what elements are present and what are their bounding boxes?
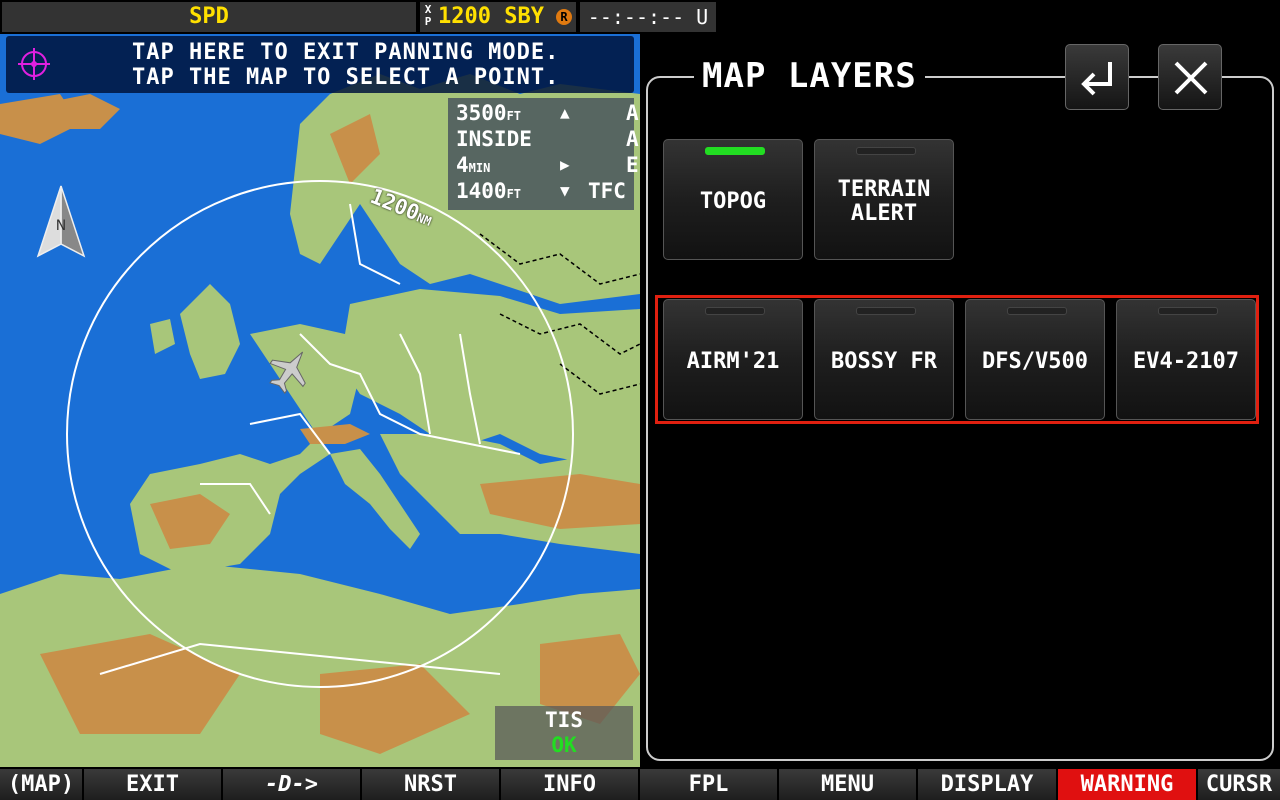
enter-button[interactable] [1065, 44, 1129, 110]
transponder-mode-glyph: XP [424, 3, 432, 28]
layer-label: DFS/V500 [982, 348, 1088, 374]
north-label: N [56, 218, 66, 234]
tis-label: TIS [545, 708, 583, 732]
map-view[interactable]: TAP HERE TO EXIT PANNING MODE. TAP THE M… [0, 34, 640, 767]
softkey-warning[interactable]: WARNING [1058, 769, 1198, 800]
tis-status: OK [551, 733, 577, 757]
softkey-nrst[interactable]: NRST [362, 769, 501, 800]
layer-label: EV4-2107 [1133, 348, 1239, 374]
layer-button-airm21[interactable]: AIRM'21 [663, 299, 803, 420]
softkey-info[interactable]: INFO [501, 769, 640, 800]
panel-title: MAP LAYERS [694, 56, 925, 96]
close-button[interactable] [1158, 44, 1222, 110]
altitude-filter-box[interactable]: 3500FT ▲ A INSIDE A 4MIN ▶ E 1400FT ▼ TFC [448, 98, 639, 210]
exit-panning-banner[interactable]: TAP HERE TO EXIT PANNING MODE. TAP THE M… [6, 36, 634, 93]
layer-label: AIRM'21 [686, 348, 780, 374]
layer-button-topog[interactable]: TOPOG [663, 139, 803, 260]
speed-field[interactable]: SPD [2, 2, 416, 32]
layer-label: TERRAIN ALERT [837, 176, 931, 226]
pan-banner-line2: TAP THE MAP TO SELECT A POINT. [132, 65, 560, 90]
softkey-menu[interactable]: MENU [779, 769, 918, 800]
alt-row: 4MIN ▶ E [456, 153, 639, 177]
tis-status-box: TIS OK [495, 706, 633, 760]
north-arrow-icon[interactable]: N [36, 184, 86, 260]
layer-label: BOSSY FR [831, 348, 937, 374]
reply-badge-icon: R [556, 9, 572, 25]
softkey-display[interactable]: DISPLAY [918, 769, 1058, 800]
top-status-bar: SPD XP 1200 SBY R --:--:-- U [0, 0, 720, 34]
layer-button-terrain-alert[interactable]: TERRAIN ALERT [814, 139, 954, 260]
transponder-code: 1200 SBY [438, 4, 544, 29]
softkey-exit[interactable]: EXIT [84, 769, 223, 800]
softkey-bar: (MAP) EXIT -D-> NRST INFO FPL MENU DISPL… [0, 767, 1280, 800]
alt-row: 1400FT ▼ TFC [456, 179, 626, 203]
crosshair-icon [18, 48, 50, 80]
softkey-cursr[interactable]: CURSR [1198, 769, 1280, 800]
layer-button-bossy-fr[interactable]: BOSSY FR [814, 299, 954, 420]
enter-icon [1081, 62, 1112, 96]
pan-banner-line1: TAP HERE TO EXIT PANNING MODE. [132, 40, 560, 65]
softkey-map[interactable]: (MAP) [0, 769, 84, 800]
layer-label: TOPOG [699, 188, 767, 214]
transponder-state: SBY [504, 4, 544, 29]
softkey-direct-to[interactable]: -D-> [223, 769, 362, 800]
close-icon [1174, 61, 1208, 95]
alt-row: 3500FT ▲ A [456, 101, 639, 125]
alt-row: INSIDE A [456, 127, 639, 151]
transponder-field[interactable]: XP 1200 SBY R [420, 2, 576, 32]
softkey-fpl[interactable]: FPL [640, 769, 779, 800]
layer-button-ev4-2107[interactable]: EV4-2107 [1116, 299, 1256, 420]
timer-field[interactable]: --:--:-- U [580, 2, 716, 32]
direct-to-icon: -D-> [265, 772, 318, 797]
layer-button-dfs-v500[interactable]: DFS/V500 [965, 299, 1105, 420]
